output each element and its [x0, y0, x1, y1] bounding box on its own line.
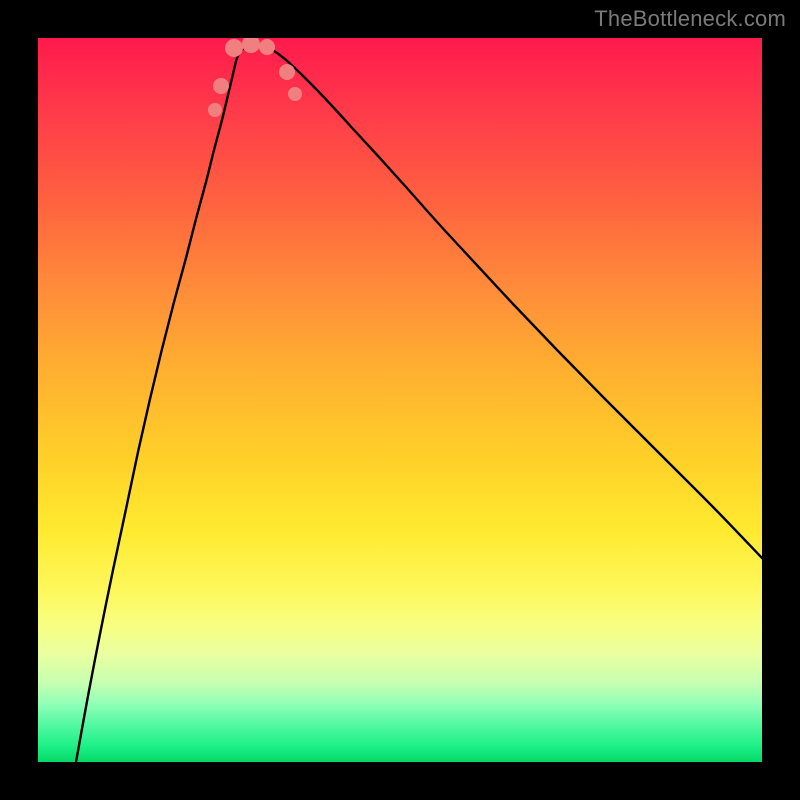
chart-svg: [38, 38, 762, 762]
chart-frame: TheBottleneck.com: [0, 0, 800, 800]
marker-right-upper: [288, 87, 302, 101]
curve-markers: [208, 38, 302, 117]
marker-left-lower: [213, 78, 229, 94]
marker-left-upper: [208, 103, 222, 117]
marker-bottom-a: [225, 39, 243, 57]
marker-right-lower: [279, 64, 295, 80]
watermark-text: TheBottleneck.com: [594, 6, 786, 32]
bottleneck-curve: [76, 44, 762, 762]
marker-bottom-c: [259, 39, 275, 55]
plot-area: [38, 38, 762, 762]
marker-bottom-b: [242, 38, 260, 53]
